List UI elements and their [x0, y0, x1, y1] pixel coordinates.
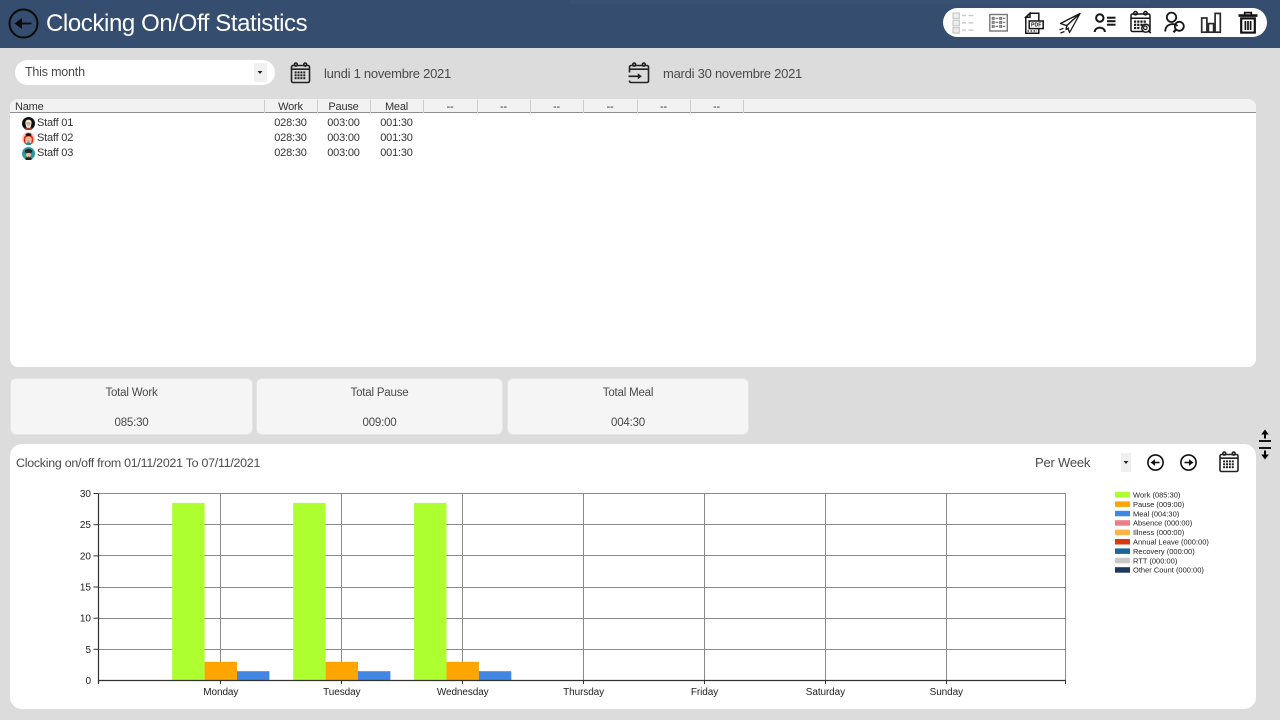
svg-text:Annual Leave (000:00): Annual Leave (000:00): [1133, 538, 1209, 547]
svg-text:RTT (000:00): RTT (000:00): [1133, 556, 1178, 565]
svg-text:5: 5: [85, 645, 91, 656]
svg-text:Saturday: Saturday: [806, 687, 845, 698]
svg-text:Monday: Monday: [203, 687, 238, 698]
svg-text:Thursday: Thursday: [563, 687, 604, 698]
svg-text:Tuesday: Tuesday: [323, 687, 360, 698]
svg-text:20: 20: [80, 551, 92, 562]
svg-text:10: 10: [80, 614, 92, 625]
svg-text:Pause (009:00): Pause (009:00): [1133, 500, 1185, 509]
svg-text:Wednesday: Wednesday: [437, 687, 489, 698]
svg-text:0: 0: [85, 676, 91, 687]
svg-text:Meal (004:30): Meal (004:30): [1133, 509, 1180, 518]
svg-text:Work (085:30): Work (085:30): [1133, 491, 1181, 500]
svg-text:25: 25: [80, 520, 92, 531]
svg-text:Friday: Friday: [691, 687, 718, 698]
svg-text:Illness (000:00): Illness (000:00): [1133, 528, 1185, 537]
svg-text:PDF: PDF: [1031, 23, 1041, 29]
svg-text:15: 15: [80, 583, 92, 594]
svg-text:30: 30: [80, 489, 92, 500]
svg-text:Sunday: Sunday: [930, 687, 963, 698]
svg-text:Other Count (000:00): Other Count (000:00): [1133, 566, 1204, 575]
svg-text:Absence (000:00): Absence (000:00): [1133, 519, 1193, 528]
svg-text:Recovery (000:00): Recovery (000:00): [1133, 547, 1195, 556]
